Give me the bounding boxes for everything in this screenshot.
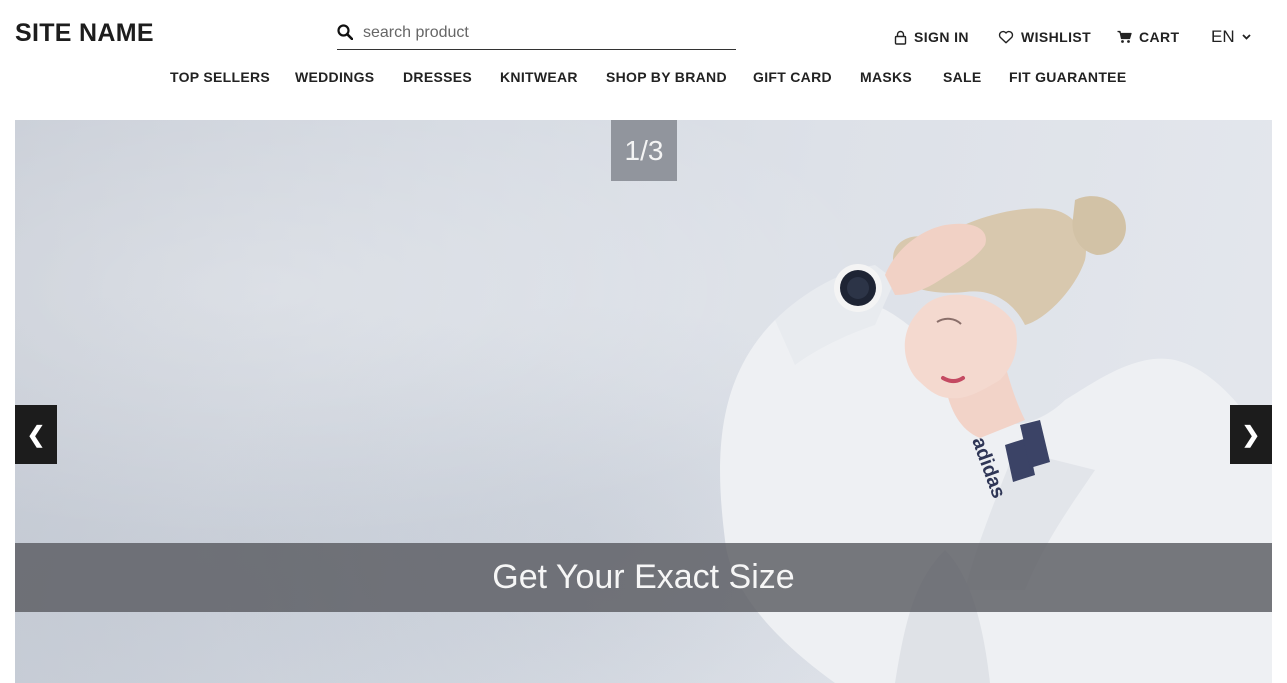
nav-item-gift-card[interactable]: GIFT CARD	[753, 69, 832, 85]
hero-carousel: adidas 1/3 ❮ ❯ Get Your Exact Size	[15, 120, 1272, 683]
search-icon[interactable]	[337, 24, 353, 40]
heart-icon	[998, 30, 1014, 44]
nav-item-knitwear[interactable]: KNITWEAR	[500, 69, 578, 85]
carousel-next-button[interactable]: ❯	[1230, 405, 1272, 464]
nav-item-sale[interactable]: SALE	[943, 69, 982, 85]
site-logo[interactable]: SITE NAME	[15, 19, 154, 48]
nav-item-top-sellers[interactable]: TOP SELLERS	[170, 69, 270, 85]
cart-label: CART	[1139, 29, 1180, 45]
wishlist-link[interactable]: WISHLIST	[998, 29, 1091, 45]
nav-item-dresses[interactable]: DRESSES	[403, 69, 472, 85]
main-navigation: TOP SELLERS WEDDINGS DRESSES KNITWEAR SH…	[0, 69, 1287, 87]
search-input[interactable]	[363, 20, 723, 46]
sign-in-link[interactable]: SIGN IN	[894, 29, 969, 45]
nav-item-fit-guarantee[interactable]: FIT GUARANTEE	[1009, 69, 1126, 85]
wishlist-label: WISHLIST	[1021, 29, 1092, 45]
cart-icon	[1117, 30, 1132, 43]
lock-icon	[894, 30, 907, 45]
nav-item-weddings[interactable]: WEDDINGS	[295, 69, 374, 85]
nav-item-masks[interactable]: MASKS	[860, 69, 912, 85]
nav-item-shop-by-brand[interactable]: SHOP BY BRAND	[606, 69, 727, 85]
sign-in-label: SIGN IN	[914, 29, 969, 45]
chevron-down-icon	[1241, 34, 1251, 40]
language-label: EN	[1211, 27, 1235, 46]
search-bar	[337, 18, 736, 50]
carousel-prev-button[interactable]: ❮	[15, 405, 57, 464]
hero-caption: Get Your Exact Size	[15, 543, 1272, 612]
chevron-left-icon: ❮	[26, 421, 46, 447]
slide-counter: 1/3	[611, 120, 677, 181]
chevron-right-icon: ❯	[1241, 421, 1261, 447]
cart-link[interactable]: CART	[1117, 29, 1179, 45]
language-selector[interactable]: EN	[1211, 27, 1251, 47]
